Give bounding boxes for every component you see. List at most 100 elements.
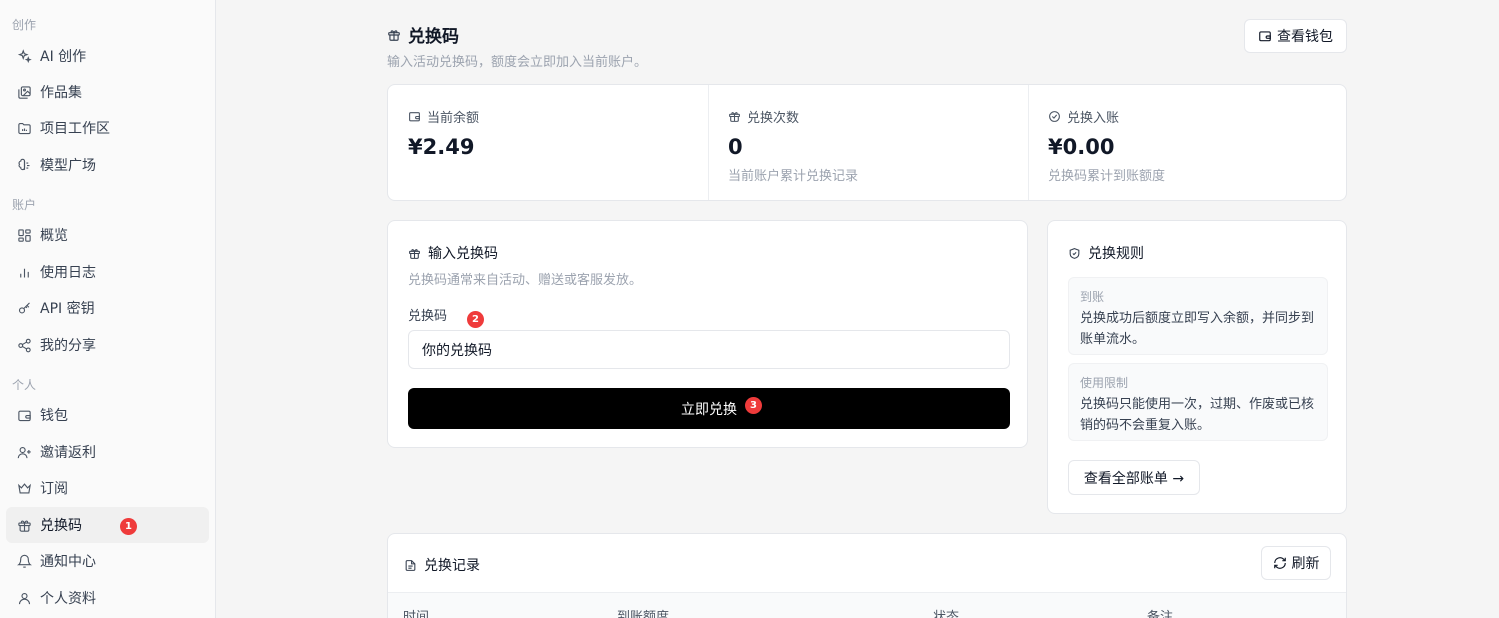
step-badge-3: 3: [745, 397, 762, 414]
sidebar-item-wallet[interactable]: 钱包: [6, 397, 209, 433]
sidebar-item-label: 个人资料: [40, 591, 96, 607]
gallery-icon: [16, 84, 32, 100]
sidebar-item-label: 钱包: [40, 408, 68, 424]
stat-redeem-credited: 兑换入账 ¥0.00 兑换码累计到账额度: [1028, 85, 1348, 200]
wallet-icon: [1259, 31, 1271, 42]
column-header-amount: 到账额度: [617, 610, 670, 618]
redeem-code-input[interactable]: [408, 330, 1010, 369]
sidebar-item-label: 通知中心: [40, 554, 96, 570]
step-badge-2: 2: [467, 311, 484, 328]
stat-desc: 兑换码累计到账额度: [1048, 169, 1166, 184]
wallet-icon: [16, 407, 32, 423]
sidebar-item-label: 使用日志: [40, 265, 96, 281]
folder-icon: [16, 120, 32, 136]
rules-card-title: 兑换规则: [1068, 243, 1144, 263]
column-header-time: 时间: [403, 610, 430, 618]
grid-icon: [16, 227, 32, 243]
history-card-title: 兑换记录: [404, 555, 480, 575]
table-header-row: [388, 592, 1346, 618]
gift-icon: [409, 248, 420, 259]
redeem-card-subtitle: 兑换码通常来自活动、赠送或客服发放。: [408, 273, 643, 288]
page-title-text: 兑换码: [408, 27, 459, 47]
gift-icon: [729, 112, 740, 122]
stat-label-text: 兑换入账: [1067, 111, 1120, 126]
stat-value: ¥2.49: [408, 135, 475, 159]
sidebar-item-subscription[interactable]: 订阅: [6, 470, 209, 506]
redeem-card-title: 输入兑换码: [408, 243, 498, 263]
sidebar-item-label: 项目工作区: [40, 121, 110, 137]
redeem-card: 输入兑换码 兑换码通常来自活动、赠送或客服发放。 兑换码 立即兑换: [387, 220, 1028, 448]
sidebar-item-label: API 密钥: [40, 301, 95, 317]
brain-icon: [16, 157, 32, 173]
sidebar-item-label: 概览: [40, 228, 68, 244]
step-badge-1: 1: [120, 518, 137, 535]
sidebar-item-label: 作品集: [40, 85, 82, 101]
rule-title: 使用限制: [1080, 376, 1129, 390]
page-title: 兑换码: [387, 22, 459, 47]
history-card: 兑换记录 刷新: [387, 533, 1347, 618]
sidebar-item-referral[interactable]: 邀请返利: [6, 434, 209, 470]
stat-label-text: 兑换次数: [747, 111, 800, 126]
sparkles-icon: [16, 48, 32, 64]
stat-balance: 当前余额 ¥2.49: [388, 85, 708, 200]
redeem-submit-label: 立即兑换: [681, 401, 737, 418]
sidebar-item-gallery[interactable]: 作品集: [6, 74, 209, 110]
sidebar-item-models[interactable]: 模型广场: [6, 147, 209, 183]
rule-desc: 兑换码只能使用一次，过期、作废或已核销的码不会重复入账。: [1080, 397, 1315, 433]
section-label-personal: 个人: [12, 378, 37, 392]
sidebar-item-usage-log[interactable]: 使用日志: [6, 254, 209, 290]
sidebar-item-label: 订阅: [40, 481, 68, 497]
history-card-title-text: 兑换记录: [424, 558, 480, 574]
sidebar-item-profile[interactable]: 个人资料: [6, 580, 209, 616]
view-all-bills-label: 查看全部账单 →: [1083, 470, 1185, 487]
wallet-icon: [409, 112, 420, 122]
bell-icon: [16, 553, 32, 569]
sidebar-item-label: 我的分享: [40, 338, 96, 354]
sidebar-item-redeem[interactable]: 兑换码: [6, 507, 209, 543]
sidebar-item-notifications[interactable]: 通知中心: [6, 543, 209, 579]
sidebar-item-label: 邀请返利: [40, 445, 96, 461]
column-header-note: 备注: [1147, 610, 1174, 618]
share-icon: [16, 337, 32, 353]
sidebar-item-api-keys[interactable]: API 密钥: [6, 290, 209, 326]
refresh-icon: [1273, 557, 1286, 569]
sidebar-item-overview[interactable]: 概览: [6, 217, 209, 253]
redeem-submit-button[interactable]: 立即兑换: [408, 388, 1010, 429]
sidebar-item-label: AI 创作: [40, 49, 87, 65]
key-icon: [16, 300, 32, 316]
view-all-bills-button[interactable]: 查看全部账单 →: [1068, 460, 1200, 495]
stats-card: 当前余额 ¥2.49 兑换次数 0 当前账户累计兑换记录 兑换入账 ¥0.00 …: [387, 84, 1347, 201]
gift-icon: [388, 29, 400, 41]
crown-icon: [16, 480, 32, 496]
view-wallet-button[interactable]: 查看钱包: [1244, 19, 1347, 53]
rule-item-credit: 到账 兑换成功后额度立即写入余额，并同步到账单流水。: [1068, 277, 1328, 355]
rules-card: 兑换规则 到账 兑换成功后额度立即写入余额，并同步到账单流水。 使用限制 兑换码…: [1047, 220, 1347, 514]
stat-label-text: 当前余额: [427, 111, 480, 126]
bar-chart-icon: [16, 264, 32, 280]
sidebar: 创作 AI 创作 作品集 项目工作区 模型广场 账户 概览 使用日志 API 密…: [0, 0, 216, 618]
sidebar-item-label: 模型广场: [40, 158, 96, 174]
sidebar-item-workspace[interactable]: 项目工作区: [6, 110, 209, 146]
sidebar-item-label: 兑换码: [40, 518, 82, 534]
sidebar-item-shares[interactable]: 我的分享: [6, 327, 209, 363]
sidebar-item-ai-create[interactable]: AI 创作: [6, 38, 209, 74]
gift-icon: [16, 517, 32, 533]
stat-label: 兑换次数: [728, 107, 799, 126]
user-icon: [16, 590, 32, 606]
redeem-field-label: 兑换码: [408, 309, 448, 324]
stat-value: ¥0.00: [1048, 135, 1115, 159]
refresh-label: 刷新: [1291, 556, 1320, 572]
page-subtitle: 输入活动兑换码，额度会立即加入当前账户。: [387, 55, 648, 70]
redeem-card-title-text: 输入兑换码: [428, 246, 498, 262]
rule-title: 到账: [1080, 290, 1105, 304]
stat-label: 当前余额: [408, 107, 479, 126]
shield-icon: [1069, 247, 1080, 259]
stat-label: 兑换入账: [1048, 107, 1119, 126]
refresh-button[interactable]: 刷新: [1261, 546, 1331, 580]
column-header-status: 状态: [933, 610, 960, 618]
check-circle-icon: [1049, 111, 1060, 122]
stat-redeem-count: 兑换次数 0 当前账户累计兑换记录: [708, 85, 1028, 200]
document-icon: [405, 559, 416, 571]
section-label-account: 账户: [12, 198, 37, 212]
stat-value: 0: [728, 135, 743, 159]
